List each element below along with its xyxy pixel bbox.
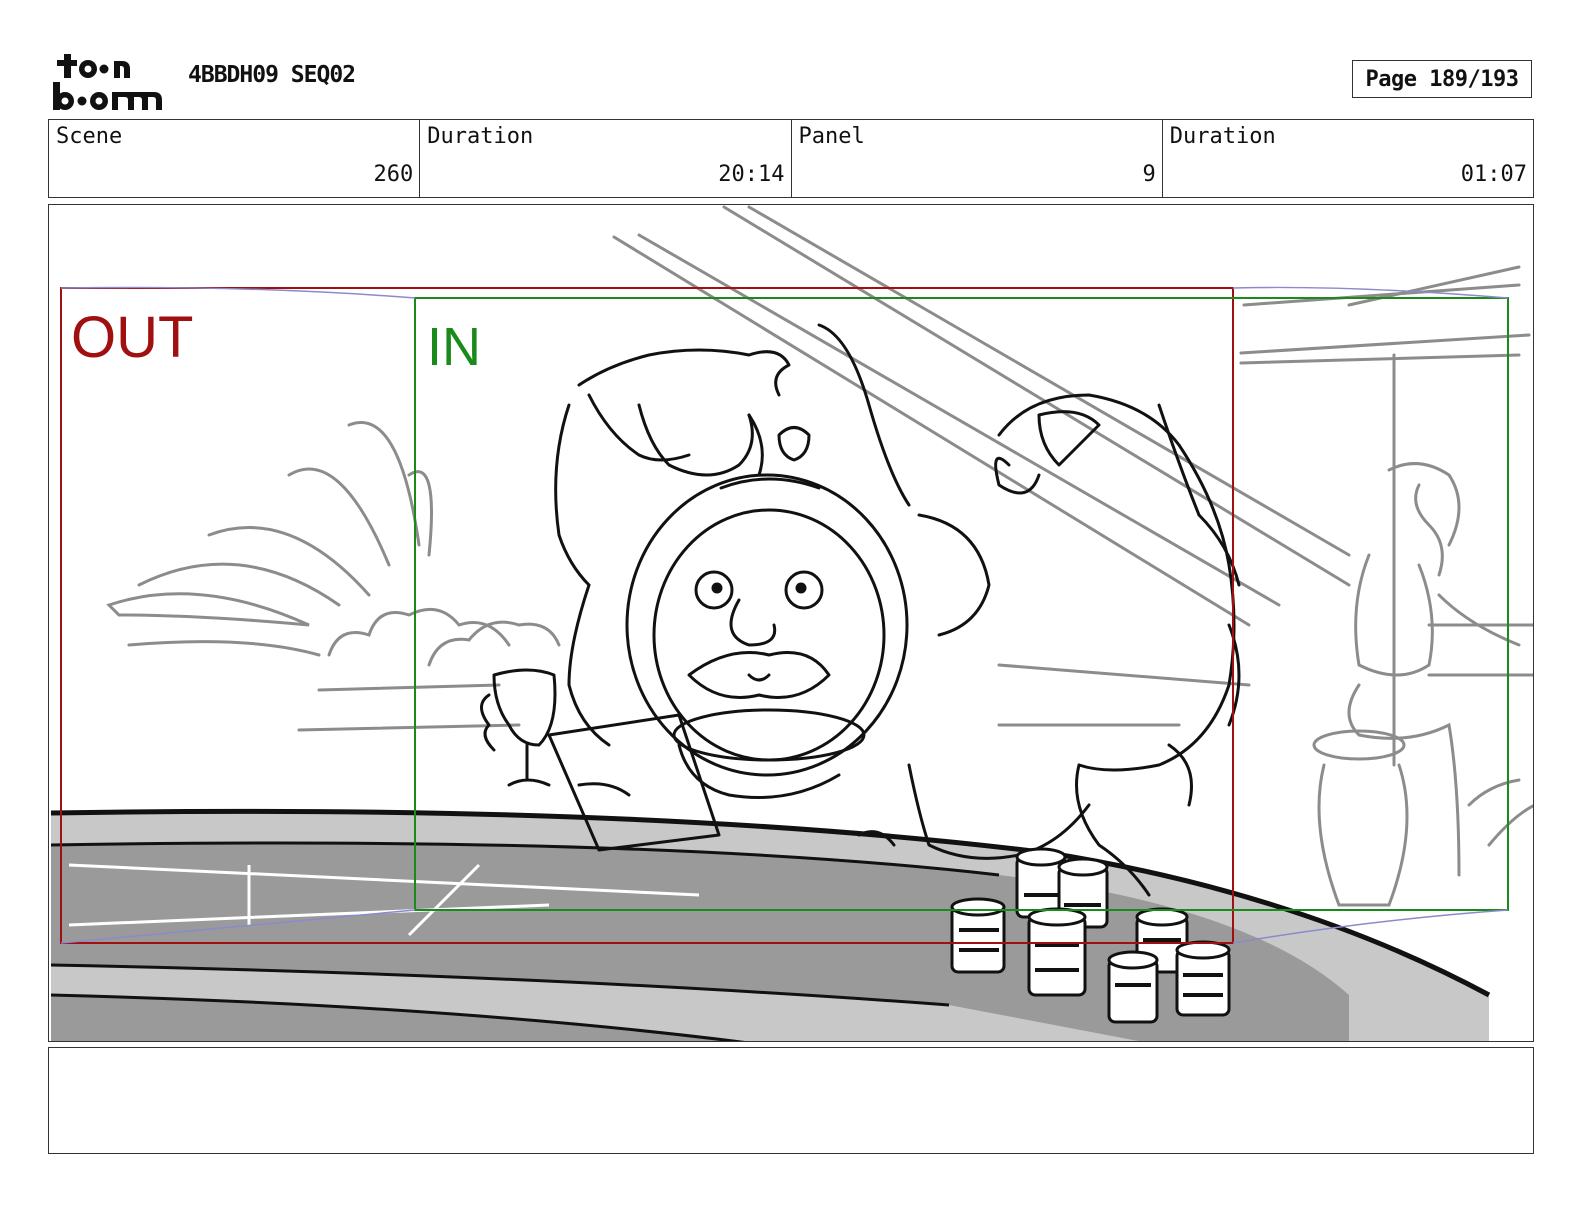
project-title: 4BBDH09 SEQ02 [188, 62, 356, 88]
toon-boom-logo [53, 54, 162, 110]
panel-value: 9 [1142, 162, 1156, 187]
casino-table [50, 808, 1491, 1041]
panel-label: Panel [798, 124, 865, 149]
background-sketch [106, 205, 1533, 907]
scene-duration-value: 20:14 [718, 162, 785, 187]
panel-sketch: OUT IN [50, 205, 1533, 1041]
notes-box[interactable] [48, 1047, 1534, 1154]
panel-duration-value: 01:07 [1460, 162, 1527, 187]
panel-duration-cell: Duration 01:07 [1163, 120, 1533, 197]
info-row: Scene 260 Duration 20:14 Panel 9 Duratio… [48, 119, 1534, 198]
scene-cell: Scene 260 [49, 120, 421, 197]
scene-duration-label: Duration [427, 124, 534, 149]
out-label: OUT [71, 305, 193, 370]
storyboard-panel: OUT IN [48, 204, 1534, 1042]
page-number: Page 189/193 [1352, 60, 1532, 98]
scene-duration-cell: Duration 20:14 [420, 120, 792, 197]
in-label: IN [427, 317, 481, 377]
scene-label: Scene [56, 124, 123, 149]
character-sketch [480, 323, 1241, 897]
panel-cell: Panel 9 [792, 120, 1163, 197]
panel-duration-label: Duration [1169, 124, 1276, 149]
scene-value: 260 [373, 162, 414, 187]
